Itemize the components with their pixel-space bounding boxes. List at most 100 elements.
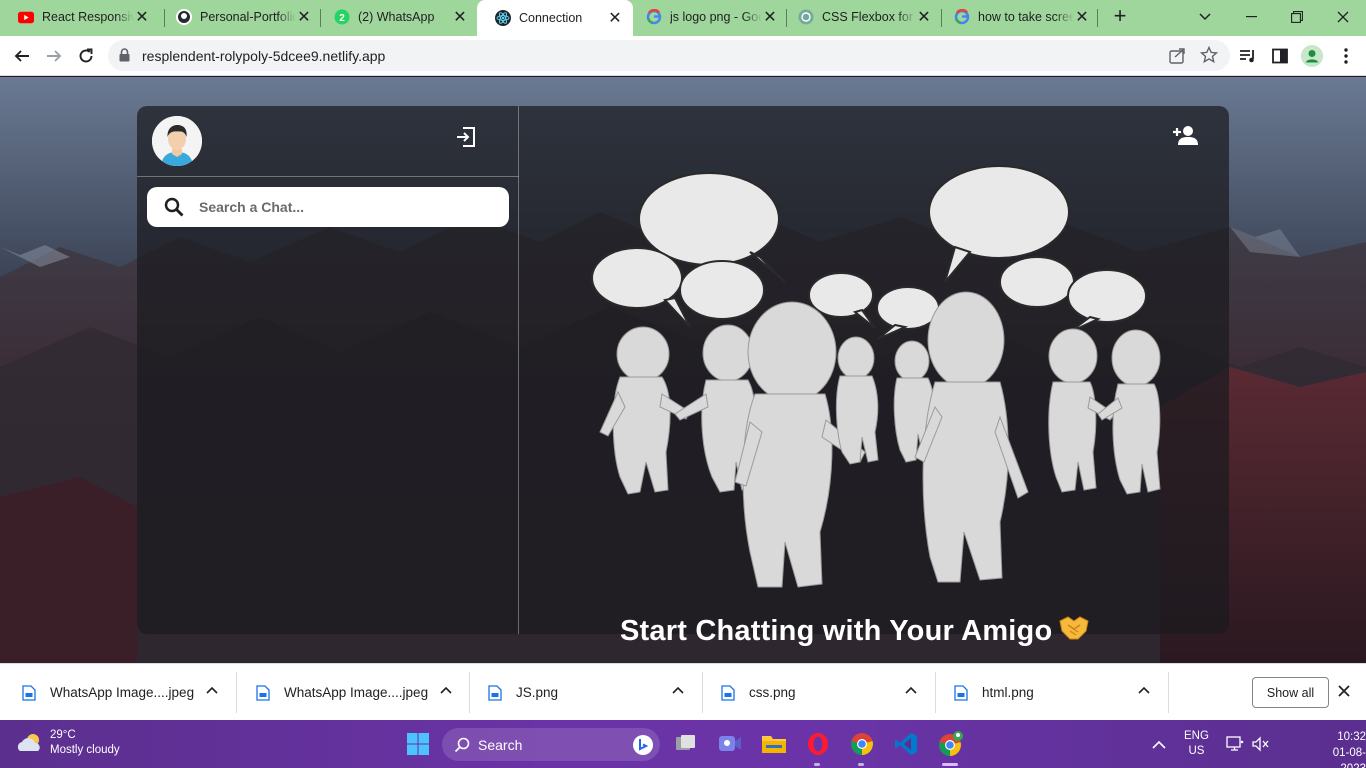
keyboard-region: US: [1188, 745, 1205, 757]
chrome-menu-icon[interactable]: [1334, 44, 1358, 68]
tab-search-button[interactable]: [1182, 0, 1228, 34]
opera-icon[interactable]: [802, 728, 834, 760]
tab-strip: React Responsive ✕ Personal-Portfolio ✕ …: [0, 0, 1366, 36]
bookmark-star-icon[interactable]: [1199, 45, 1219, 69]
chrome-icon[interactable]: [846, 728, 878, 760]
task-view-icon[interactable]: [670, 728, 702, 760]
file-icon: [721, 684, 735, 701]
close-tab-icon[interactable]: ✕: [916, 7, 932, 27]
address-bar[interactable]: resplendent-rolypoly-5dcee9.netlify.app: [108, 40, 1230, 71]
profile-avatar-icon[interactable]: [1300, 44, 1324, 68]
headline-text: Start Chatting with Your Amigo: [620, 615, 1053, 647]
chevron-up-icon[interactable]: [440, 686, 452, 694]
handshake-icon: [1058, 615, 1090, 649]
teams-chat-icon[interactable]: [714, 728, 746, 760]
running-app-indicator: [858, 763, 864, 766]
download-item[interactable]: JS.png: [488, 664, 700, 721]
taskbar-search-box[interactable]: Search: [442, 728, 660, 761]
show-hidden-icons-button[interactable]: [1152, 720, 1166, 768]
file-icon: [22, 684, 36, 701]
close-tab-icon[interactable]: ✕: [296, 7, 312, 27]
download-item[interactable]: css.png: [721, 664, 933, 721]
clock-date: 01-08-2023: [1332, 747, 1366, 768]
file-explorer-icon[interactable]: [758, 728, 790, 760]
download-filename: html.png: [982, 685, 1034, 700]
close-window-button[interactable]: [1320, 0, 1366, 34]
download-item[interactable]: WhatsApp Image....jpeg: [22, 664, 234, 721]
running-app-indicator: [814, 763, 820, 766]
browser-toolbar: resplendent-rolypoly-5dcee9.netlify.app: [0, 36, 1366, 76]
tab-screenshot[interactable]: how to take scree ✕: [936, 0, 1100, 34]
tab-css-flexbox[interactable]: CSS Flexbox for I ✕: [780, 0, 942, 34]
close-tab-icon[interactable]: ✕: [1074, 7, 1090, 27]
add-user-icon[interactable]: [1172, 124, 1198, 151]
url-text[interactable]: resplendent-rolypoly-5dcee9.netlify.app: [142, 48, 385, 64]
weather-widget[interactable]: 29°C Mostly cloudy: [14, 728, 120, 758]
new-tab-button[interactable]: +: [1108, 4, 1132, 30]
chevron-up-icon[interactable]: [1138, 686, 1150, 694]
side-panel-icon[interactable]: [1268, 44, 1292, 68]
chevron-up-icon[interactable]: [905, 686, 917, 694]
forward-button[interactable]: [40, 42, 68, 70]
lock-icon[interactable]: [119, 48, 130, 67]
search-icon: [454, 737, 470, 752]
tab-whatsapp[interactable]: 2 (2) WhatsApp ✕: [316, 0, 478, 34]
openai-icon: [798, 9, 814, 25]
page-viewport: Start Chatting with Your Amigo: [0, 77, 1366, 663]
reload-button[interactable]: [72, 42, 100, 70]
google-icon: [954, 9, 970, 25]
vscode-icon[interactable]: [890, 728, 922, 760]
file-icon: [954, 684, 968, 701]
close-tab-icon[interactable]: ✕: [607, 8, 623, 28]
whatsapp-icon: 2: [334, 9, 350, 25]
cloudy-weather-icon: [17, 734, 40, 751]
windows-taskbar: 29°C Mostly cloudy Search ENG US 10:32 0…: [0, 720, 1366, 768]
download-divider: [935, 672, 936, 713]
download-divider: [1168, 672, 1169, 713]
tab-react-responsive[interactable]: React Responsive ✕: [0, 0, 160, 34]
github-icon: [176, 9, 192, 25]
network-icon[interactable]: [1226, 720, 1244, 768]
show-all-button[interactable]: Show all: [1252, 677, 1329, 708]
google-icon: [646, 9, 662, 25]
download-item[interactable]: html.png: [954, 664, 1166, 721]
download-filename: WhatsApp Image....jpeg: [50, 685, 195, 700]
tab-title: (2) WhatsApp: [358, 10, 435, 24]
download-divider: [702, 672, 703, 713]
language-indicator[interactable]: ENG US: [1184, 720, 1209, 768]
close-tab-icon[interactable]: ✕: [134, 7, 150, 27]
tab-title: CSS Flexbox for I: [822, 10, 916, 24]
chevron-up-icon[interactable]: [206, 686, 218, 694]
tab-title: how to take scree: [978, 10, 1074, 24]
download-divider: [469, 672, 470, 713]
tab-title: Personal-Portfolio: [200, 10, 296, 24]
volume-muted-icon[interactable]: [1252, 720, 1270, 768]
tab-title: React Responsive: [42, 10, 134, 24]
tab-js-logo[interactable]: js logo png - Goo ✕: [628, 0, 788, 34]
bing-icon[interactable]: [632, 734, 654, 756]
tab-connection[interactable]: Connection ✕: [477, 0, 633, 36]
download-item[interactable]: WhatsApp Image....jpeg: [256, 664, 468, 721]
tab-title: Connection: [519, 11, 583, 25]
taskbar-search-label: Search: [478, 736, 523, 753]
minimize-button[interactable]: [1228, 0, 1274, 34]
chat-search-input[interactable]: [199, 187, 489, 227]
user-avatar[interactable]: [152, 116, 202, 166]
restore-button[interactable]: [1274, 0, 1320, 34]
clock-time: 10:32: [1337, 731, 1366, 743]
youtube-icon: [18, 9, 34, 25]
download-filename: WhatsApp Image....jpeg: [284, 685, 429, 700]
close-tab-icon[interactable]: ✕: [452, 7, 468, 27]
close-downloads-icon[interactable]: [1338, 681, 1350, 702]
download-filename: JS.png: [516, 685, 559, 700]
close-tab-icon[interactable]: ✕: [762, 7, 778, 27]
file-icon: [488, 684, 502, 701]
share-icon[interactable]: [1169, 47, 1186, 69]
media-control-icon[interactable]: [1236, 44, 1260, 68]
tab-personal-portfolio[interactable]: Personal-Portfolio ✕: [158, 0, 322, 34]
windows-start-icon[interactable]: [402, 728, 434, 760]
system-clock[interactable]: 10:32 01-08-2023: [1312, 729, 1366, 768]
back-button[interactable]: [8, 42, 36, 70]
chrome-active-icon[interactable]: [934, 728, 966, 760]
chevron-up-icon[interactable]: [672, 686, 684, 694]
